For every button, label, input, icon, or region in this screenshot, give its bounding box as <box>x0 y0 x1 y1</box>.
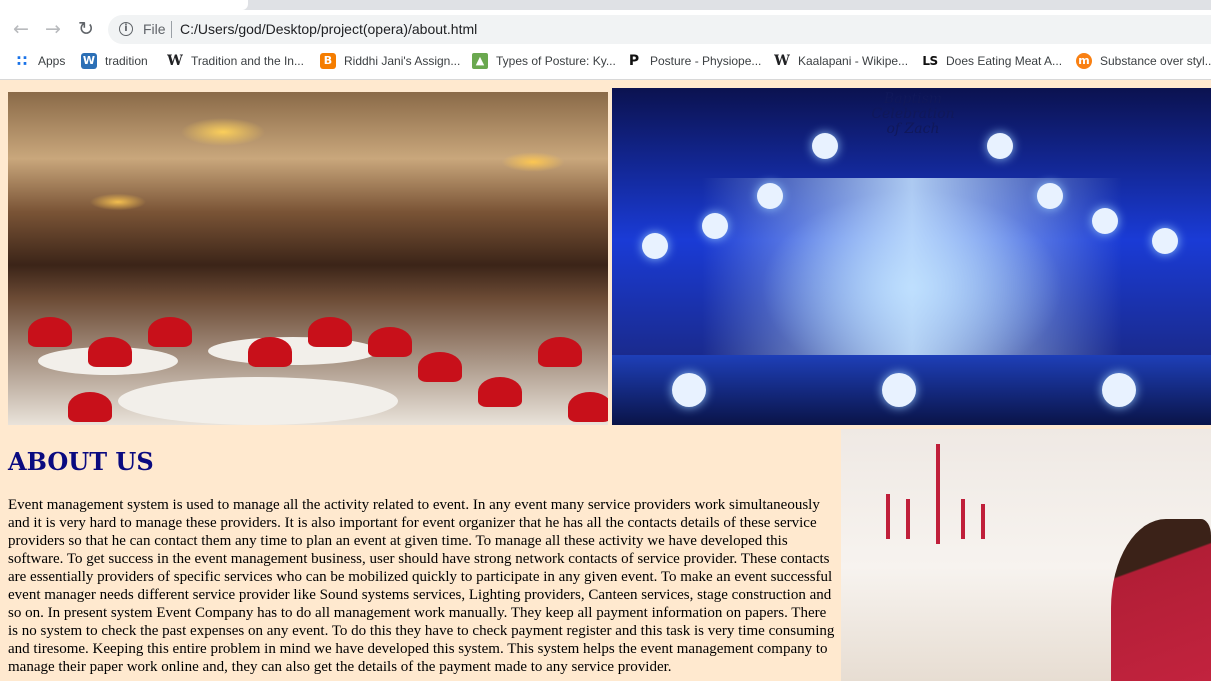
active-tab[interactable] <box>0 0 248 10</box>
balloon-shape <box>1092 208 1118 234</box>
balloon-shape <box>702 213 728 239</box>
candle-shape <box>961 499 965 539</box>
page-title: ABOUT US <box>8 447 154 476</box>
reload-button[interactable]: ↻ <box>74 17 98 41</box>
bookmark-label: Substance over styl... <box>1100 54 1211 68</box>
chair-shape <box>88 337 132 367</box>
chair-shape <box>478 377 522 407</box>
bookmark-label: Types of Posture: Ky... <box>496 54 616 68</box>
balloon-shape <box>987 133 1013 159</box>
woman-figure <box>1111 519 1211 681</box>
chair-shape <box>248 337 292 367</box>
url-text[interactable]: C:/Users/god/Desktop/project(opera)/abou… <box>180 21 477 37</box>
chair-shape <box>418 352 462 382</box>
bookmark-label: Apps <box>38 54 66 68</box>
event-planner-image <box>841 429 1211 681</box>
candle-shape <box>886 494 890 539</box>
arrow-right-icon: → <box>45 18 61 40</box>
banquet-hall-image <box>8 92 608 425</box>
balloon-shape <box>757 183 783 209</box>
balloon-shape <box>1102 373 1136 407</box>
scheme-label: File <box>143 21 166 37</box>
back-button[interactable]: ← <box>9 17 33 41</box>
address-bar[interactable]: i File C:/Users/god/Desktop/project(oper… <box>108 15 1211 44</box>
word-icon: W <box>81 53 97 69</box>
bookmark-label: Kaalapani - Wikipe... <box>798 54 909 68</box>
wikipedia-icon: W <box>774 53 790 69</box>
reload-icon: ↻ <box>78 18 94 40</box>
chair-shape <box>148 317 192 347</box>
table-shape <box>118 377 398 425</box>
chair-shape <box>68 392 112 422</box>
chair-shape <box>568 392 608 422</box>
table-shape <box>208 337 378 365</box>
arrow-left-icon: ← <box>13 18 29 40</box>
chair-shape <box>538 337 582 367</box>
balloon-shape <box>882 373 916 407</box>
chair-shape <box>308 317 352 347</box>
stage-decoration-image: Baptism Celebration of Zach <box>612 88 1211 425</box>
bookmark-label: Does Eating Meat A... <box>946 54 1063 68</box>
bookmark-label: Riddhi Jani's Assign... <box>344 54 461 68</box>
bookmark-label: tradition <box>105 54 148 68</box>
bookmark-label: Tradition and the In... <box>191 54 304 68</box>
balloon-shape <box>812 133 838 159</box>
address-divider <box>171 21 172 38</box>
candle-shape <box>906 499 910 539</box>
ls-icon: LS <box>922 54 938 68</box>
balloon-shape <box>672 373 706 407</box>
bookmark-label: Posture - Physiope... <box>650 54 762 68</box>
balloon-shape <box>1037 183 1063 209</box>
chair-shape <box>368 327 412 357</box>
balloon-shape <box>1152 228 1178 254</box>
candle-shape <box>981 504 985 539</box>
candle-shape <box>936 444 940 544</box>
bookmarks-bar: ∷ Apps W tradition W Tradition and the I… <box>0 50 1211 72</box>
browser-toolbar: ← → ↻ i File C:/Users/god/Desktop/projec… <box>0 0 1211 80</box>
blogger-icon: B <box>320 53 336 69</box>
tab-strip <box>0 0 1211 10</box>
chair-shape <box>28 317 72 347</box>
balloon-shape <box>642 233 668 259</box>
stage-banner-text: Baptism Celebration of Zach <box>871 91 955 137</box>
about-paragraph: Event management system is used to manag… <box>8 497 835 675</box>
apps-grid-icon: ∷ <box>16 52 28 70</box>
moodle-icon: m <box>1076 53 1092 69</box>
image-site-icon: ▲ <box>472 53 488 69</box>
info-icon[interactable]: i <box>119 22 133 36</box>
forward-button[interactable]: → <box>41 17 65 41</box>
wikipedia-icon: W <box>167 53 183 69</box>
physiopedia-icon: P <box>628 53 640 69</box>
